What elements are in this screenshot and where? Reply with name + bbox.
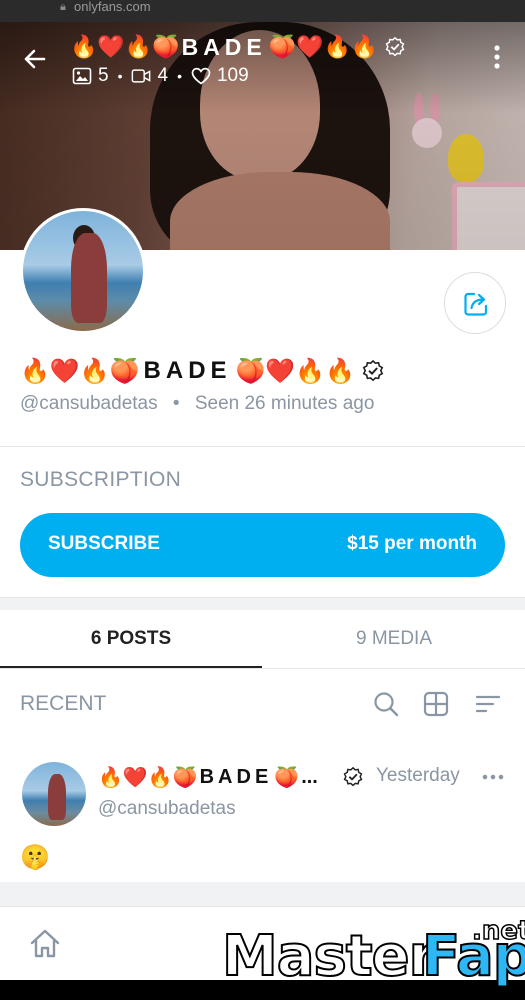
verified-badge-icon — [385, 36, 405, 57]
section-gap — [0, 882, 525, 906]
post-author-prefix-emoji: 🔥❤️🔥🍑 — [98, 766, 198, 789]
post-author-ellipsis: ... — [301, 765, 318, 788]
subscribe-price: $15 per month — [347, 533, 477, 554]
title-suffix-emoji: 🍑❤️🔥🔥 — [268, 34, 379, 59]
tabs-divider — [0, 668, 525, 669]
post-author-avatar[interactable] — [22, 762, 86, 826]
title-name: BADE — [181, 33, 267, 60]
watermark-part-1: Master — [221, 923, 437, 990]
video-icon — [132, 69, 151, 83]
photos-count: 5 — [98, 65, 109, 86]
profile-header-bar: 🔥❤️🔥🍑 BADE 🍑❤️🔥🔥 5 • 4 • 109 — [0, 26, 525, 106]
last-seen: Seen 26 minutes ago — [194, 393, 375, 414]
profile-handle-row: @cansubadetas • Seen 26 minutes ago — [20, 393, 374, 415]
grid-icon[interactable] — [422, 690, 450, 718]
profile-avatar[interactable] — [20, 208, 146, 334]
recent-heading: RECENT — [20, 692, 107, 715]
home-icon[interactable] — [28, 927, 62, 961]
subscription-heading: SUBSCRIPTION — [20, 468, 182, 491]
handle-separator: • — [172, 393, 180, 414]
stat-separator: • — [117, 68, 123, 84]
verified-badge-icon — [362, 359, 384, 382]
title-prefix-emoji: 🔥❤️🔥🍑 — [70, 34, 180, 59]
photo-icon — [72, 67, 92, 85]
stat-separator: • — [177, 68, 182, 84]
post-author-handle[interactable]: @cansubadetas — [98, 798, 236, 820]
search-icon[interactable] — [372, 690, 400, 718]
post-timestamp: Yesterday — [376, 765, 460, 786]
more-options-icon[interactable] — [484, 40, 510, 74]
subscribe-button[interactable]: SUBSCRIBE $15 per month — [20, 513, 505, 577]
url-text: onlyfans.com — [74, 0, 151, 14]
tab-media[interactable]: 9 MEDIA — [263, 610, 525, 668]
profile-display-name: 🔥❤️🔥🍑 BADE 🍑❤️🔥🔥 — [20, 354, 385, 388]
browser-url-bar[interactable]: 🔒︎ onlyfans.com — [0, 0, 525, 22]
heart-icon — [191, 67, 211, 85]
header-title: 🔥❤️🔥🍑 BADE 🍑❤️🔥🔥 — [70, 30, 406, 64]
sort-icon[interactable] — [474, 690, 502, 718]
profile-stats: 5 • 4 • 109 — [72, 64, 249, 88]
videos-count: 4 — [157, 65, 169, 86]
section-gap — [0, 598, 525, 610]
name-suffix-emoji: 🍑❤️🔥🔥 — [235, 357, 356, 385]
likes-count: 109 — [216, 65, 249, 86]
post-text: 🤫 — [20, 844, 50, 871]
post-author-name[interactable]: 🔥❤️🔥🍑 BADE 🍑 ... — [98, 762, 318, 792]
share-icon — [464, 292, 488, 316]
tab-posts[interactable]: 6 POSTS — [0, 610, 262, 668]
post-author-suffix-emoji: 🍑 — [274, 766, 300, 789]
profile-handle: @cansubadetas — [20, 393, 158, 414]
post-author-name-text: BADE — [199, 765, 273, 788]
watermark-part-3: .net — [471, 915, 525, 947]
profile-name-text: BADE — [143, 357, 232, 384]
lock-icon: 🔒︎ — [60, 1, 66, 13]
share-button[interactable] — [444, 272, 506, 334]
subscribe-label: SUBSCRIBE — [48, 533, 160, 554]
divider — [0, 446, 525, 447]
back-arrow-icon[interactable] — [18, 42, 52, 76]
verified-badge-icon — [343, 766, 363, 787]
post-more-icon[interactable] — [481, 765, 505, 789]
name-prefix-emoji: 🔥❤️🔥🍑 — [20, 357, 140, 385]
